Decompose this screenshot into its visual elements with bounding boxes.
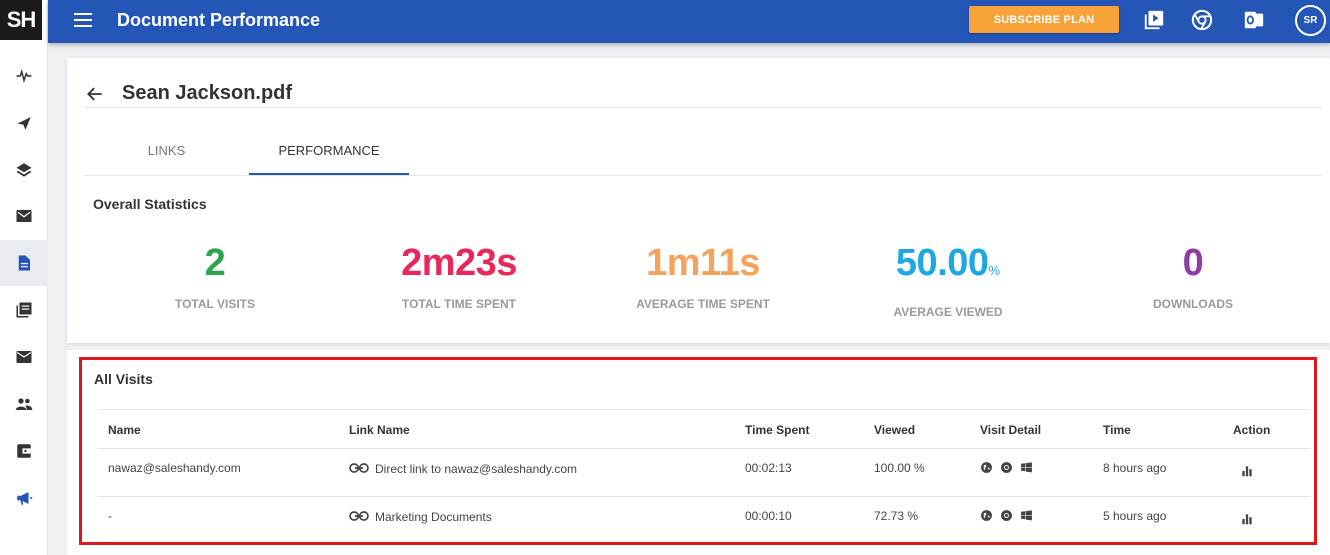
- stat-label: DOWNLOADS: [1153, 297, 1233, 311]
- sidebar-item-announcements[interactable]: [0, 475, 48, 521]
- document-icon: [18, 255, 30, 271]
- divider: [85, 175, 1322, 176]
- document-performance-card: Sean Jackson.pdf LINKS PERFORMANCE Overa…: [67, 58, 1330, 343]
- sidebar-item-people[interactable]: [0, 381, 48, 427]
- highlight-box: [79, 357, 1317, 545]
- stat-value: 2m23s: [401, 242, 517, 284]
- stat-value: 0: [1182, 242, 1204, 284]
- stat-label: AVERAGE VIEWED: [893, 305, 1003, 319]
- sidebar-item-wallet[interactable]: [0, 428, 48, 474]
- tab-links[interactable]: LINKS: [85, 143, 248, 158]
- stat-value-wrap: 50.00%: [826, 241, 1070, 293]
- video-library-icon[interactable]: [1143, 9, 1165, 31]
- megaphone-icon: [17, 492, 33, 505]
- stat-total-time-spent: 2m23s TOTAL TIME SPENT: [337, 241, 581, 311]
- divider: [85, 107, 1322, 108]
- library-icon: [16, 302, 32, 318]
- outlook-icon[interactable]: [1243, 9, 1265, 31]
- subscribe-plan-button[interactable]: SUBSCRIBE PLAN: [969, 6, 1119, 33]
- stat-average-viewed: 50.00% AVERAGE VIEWED: [826, 241, 1070, 319]
- stat-label: TOTAL TIME SPENT: [401, 297, 516, 311]
- document-title: Sean Jackson.pdf: [122, 82, 293, 104]
- email-icon: [16, 210, 32, 222]
- stat-label: TOTAL VISITS: [174, 297, 255, 311]
- top-app-bar: Document Performance SUBSCRIBE PLAN SR: [48, 0, 1330, 43]
- paper-plane-icon: [17, 117, 31, 130]
- stat-downloads: 0 DOWNLOADS: [1071, 241, 1315, 311]
- user-avatar[interactable]: SR: [1295, 5, 1326, 36]
- sidebar-item-library[interactable]: [0, 287, 48, 333]
- mail-icon: [16, 351, 32, 363]
- stat-unit: %: [988, 263, 1001, 278]
- app-logo[interactable]: SH: [0, 0, 42, 40]
- sidebar-item-documents[interactable]: [0, 240, 48, 286]
- stat-label: AVERAGE TIME SPENT: [636, 297, 770, 311]
- stat-value: 1m11s: [646, 242, 760, 284]
- people-icon: [15, 398, 33, 410]
- sidebar-item-activity[interactable]: [0, 53, 48, 99]
- left-sidebar: SH: [0, 0, 48, 555]
- chrome-icon[interactable]: [1191, 9, 1213, 31]
- wallet-icon: [17, 444, 31, 458]
- overall-statistics-title: Overall Statistics: [93, 196, 207, 212]
- sidebar-item-email[interactable]: [0, 193, 48, 239]
- activity-icon: [16, 68, 32, 84]
- back-arrow-icon[interactable]: [85, 84, 105, 104]
- stat-value: 2: [204, 242, 226, 284]
- sidebar-item-mail[interactable]: [0, 334, 48, 380]
- sidebar-item-layers[interactable]: [0, 147, 48, 193]
- page-title: Document Performance: [117, 10, 321, 30]
- sidebar-item-send[interactable]: [0, 100, 48, 146]
- tab-performance[interactable]: PERFORMANCE: [249, 143, 409, 158]
- stat-total-visits: 2 TOTAL VISITS: [93, 241, 337, 311]
- stat-average-time-spent: 1m11s AVERAGE TIME SPENT: [581, 241, 825, 311]
- menu-icon[interactable]: [74, 13, 92, 27]
- stat-value: 50.00: [895, 242, 989, 284]
- layers-icon: [16, 163, 32, 177]
